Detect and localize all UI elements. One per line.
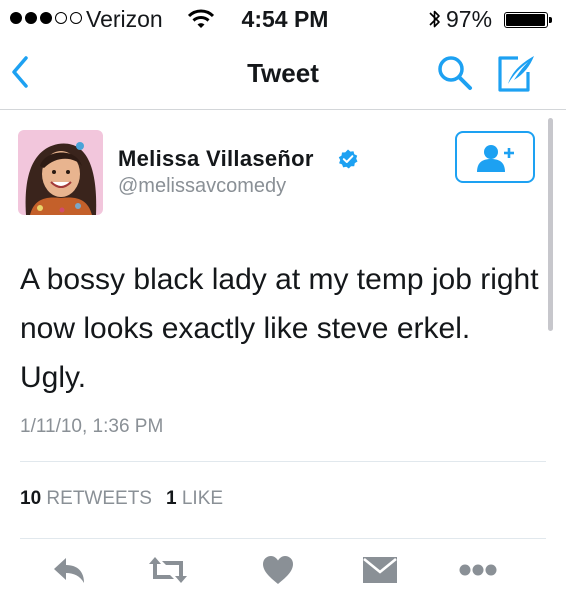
likes-stat[interactable]: 1 LIKE xyxy=(166,488,223,510)
retweets-count: 10 xyxy=(20,488,42,509)
reply-icon xyxy=(54,558,84,583)
search-icon xyxy=(438,56,472,90)
compose-icon xyxy=(498,56,534,92)
direct-message-icon xyxy=(363,557,397,583)
retweet-icon xyxy=(149,557,187,583)
navigation-bar: Tweet xyxy=(0,38,566,110)
author-display-name[interactable]: Melissa Villaseñor xyxy=(118,146,314,172)
bluetooth-icon xyxy=(428,6,442,37)
more-icon xyxy=(459,564,497,576)
battery-percent: 97% xyxy=(446,6,493,32)
follow-button[interactable] xyxy=(455,131,535,183)
battery-icon xyxy=(504,12,548,28)
clock: 4:54 PM xyxy=(241,6,329,32)
signal-strength-icon xyxy=(10,12,82,24)
add-user-icon xyxy=(477,145,514,172)
wifi-icon xyxy=(187,8,215,35)
tweet-timestamp: 1/11/10, 1:36 PM xyxy=(20,416,164,437)
profile-photo xyxy=(18,130,103,215)
verified-badge-icon xyxy=(338,149,358,174)
page-title: Tweet xyxy=(247,58,319,88)
like-button[interactable] xyxy=(262,555,294,590)
retweets-stat[interactable]: 10 RETWEETS xyxy=(20,488,152,510)
carrier-name: Verizon xyxy=(86,6,163,32)
retweet-button[interactable] xyxy=(146,555,190,590)
scrollbar[interactable] xyxy=(548,118,553,331)
tweet-stats: 10 RETWEETS 1 LIKE xyxy=(20,488,223,510)
divider xyxy=(20,538,546,539)
author-handle[interactable]: @melissavcomedy xyxy=(118,175,286,198)
tweet-text: A bossy black lady at my temp job right … xyxy=(20,263,539,394)
likes-count: 1 xyxy=(165,488,177,509)
like-icon xyxy=(263,556,293,584)
more-button[interactable] xyxy=(458,563,498,582)
avatar[interactable] xyxy=(18,130,103,215)
divider xyxy=(20,461,546,462)
retweets-label: RETWEETS xyxy=(46,488,152,509)
direct-message-button[interactable] xyxy=(362,555,398,590)
compose-button[interactable] xyxy=(494,52,538,99)
likes-label: LIKE xyxy=(181,488,224,509)
status-bar: Verizon 4:54 PM 97% xyxy=(0,0,566,38)
search-button[interactable] xyxy=(436,54,474,97)
reply-button[interactable] xyxy=(52,555,86,590)
